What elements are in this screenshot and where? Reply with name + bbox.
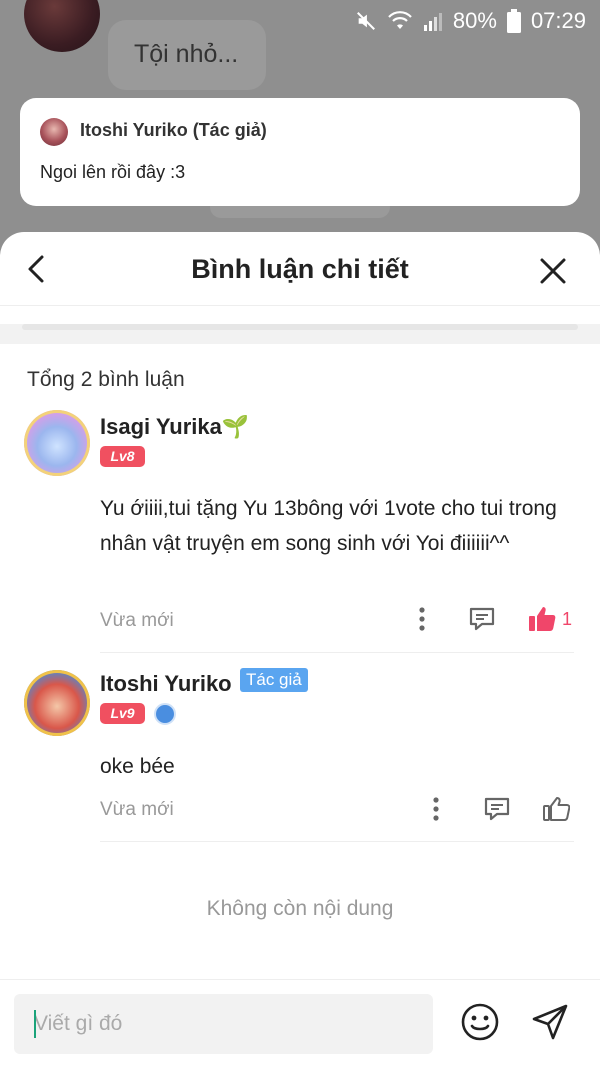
mute-icon <box>356 12 375 30</box>
more-button[interactable] <box>412 606 432 632</box>
emoji-button[interactable] <box>460 1002 500 1042</box>
divider <box>100 841 574 842</box>
battery-percent: 80% <box>452 8 497 33</box>
thumbs-up-filled-icon <box>529 607 556 631</box>
send-button[interactable] <box>530 1002 570 1042</box>
comment-composer <box>0 979 600 1067</box>
comment-text: oke bée <box>100 755 175 778</box>
comment-author-name[interactable]: Itoshi Yuriko <box>100 671 232 697</box>
comment-icon <box>469 607 495 631</box>
battery-icon <box>506 9 521 33</box>
sheet-header: Bình luận chi tiết <box>0 232 600 306</box>
clock: 07:29 <box>530 8 586 33</box>
author-tag: Tác giả <box>240 668 308 692</box>
reply-button[interactable] <box>483 796 511 822</box>
wifi-icon <box>388 11 412 29</box>
like-button[interactable]: 1 <box>528 606 572 632</box>
signal-icon <box>423 13 442 31</box>
level-badge: Lv8 <box>100 446 145 467</box>
comment-input-box[interactable] <box>14 994 433 1054</box>
page-title: Bình luận chi tiết <box>191 254 409 284</box>
divider <box>0 324 600 344</box>
like-button[interactable] <box>542 796 570 822</box>
thumbs-up-icon <box>543 797 570 821</box>
status-bar: 80% 07:29 <box>355 6 586 36</box>
smiley-icon <box>461 1003 499 1041</box>
comment-preview-card[interactable]: Itoshi Yuriko (Tác giả) Ngoi lên rồi đây… <box>20 98 580 206</box>
close-button[interactable] <box>538 256 568 286</box>
more-vertical-icon <box>419 607 425 631</box>
comment-time: Vừa mới <box>100 799 174 820</box>
comment-text: Yu ớiiii,tui tặng Yu 13bông với 1vote ch… <box>100 497 557 555</box>
send-icon <box>532 1004 568 1040</box>
reply-button[interactable] <box>468 606 496 632</box>
level-badge: Lv9 <box>100 703 145 724</box>
avatar[interactable] <box>24 410 90 476</box>
end-of-list-text: Không còn nội dung <box>206 897 394 920</box>
text-caret <box>34 1010 36 1038</box>
comment-count: Tổng 2 bình luận <box>27 368 185 391</box>
avatar[interactable] <box>24 670 90 736</box>
avatar <box>40 118 68 146</box>
divider <box>100 652 574 653</box>
achievement-badge-icon[interactable] <box>154 703 176 725</box>
like-count: 1 <box>562 608 573 629</box>
preview-author-name: Itoshi Yuriko (Tác giả) <box>80 120 267 140</box>
comment-input[interactable] <box>14 994 433 1054</box>
story-bubble-text: Tội nhỏ... <box>134 40 239 68</box>
comment-detail-sheet: Bình luận chi tiết Tổng 2 bình luận Isag… <box>0 232 600 1067</box>
more-vertical-icon <box>433 797 439 821</box>
comment-icon <box>484 797 510 821</box>
comment-item: Isagi Yurika🌱 Lv8 Yu ớiiii,tui tặng Yu 1… <box>0 408 600 638</box>
more-button[interactable] <box>426 796 446 822</box>
comment-time: Vừa mới <box>100 610 174 631</box>
comment-author-name[interactable]: Isagi Yurika🌱 <box>100 414 249 440</box>
preview-comment-text: Ngoi lên rồi đây :3 <box>40 162 186 182</box>
comment-item: Itoshi Yuriko Tác giả Lv9 oke bée Vừa mớ… <box>0 666 600 836</box>
close-icon <box>540 258 566 284</box>
